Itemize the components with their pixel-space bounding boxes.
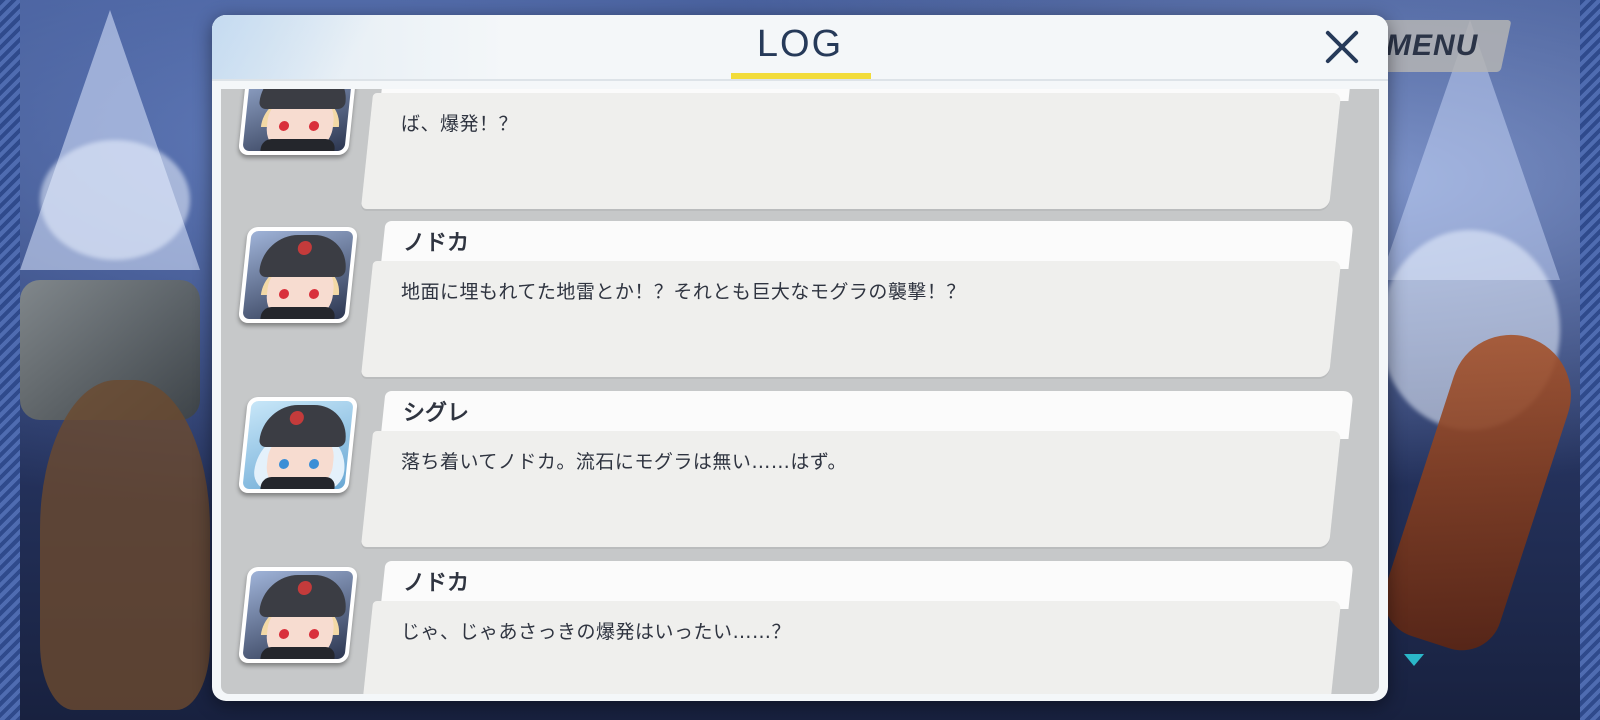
snow-bush — [40, 140, 190, 260]
shigure-portrait — [237, 397, 359, 493]
log-entry: シグレ 落ち着いてノドカ。流石にモグラは無い……はず。 — [221, 391, 1379, 553]
nodoka-portrait — [237, 227, 359, 323]
character-hair — [40, 380, 210, 710]
message-text: じゃ、じゃあさっきの爆発はいったい……？ — [401, 621, 792, 643]
left-edge-stripe — [0, 0, 20, 720]
title-underline — [731, 73, 871, 79]
message-text: 地面に埋もれてた地雷とか！？それとも巨大なモグラの襲撃！？ — [401, 281, 966, 303]
speaker-name: ノドカ — [403, 571, 470, 596]
next-indicator-icon — [1404, 654, 1424, 666]
log-entry: ば、爆発！？ — [221, 89, 1379, 215]
log-list[interactable]: ば、爆発！？ ノドカ 地面に埋もれてた地雷とか！？それとも巨大なモグラの襲撃！？ — [221, 89, 1379, 694]
message-text: 落ち着いてノドカ。流石にモグラは無い……はず。 — [401, 451, 848, 473]
speaker-name: シグレ — [403, 401, 470, 426]
log-entry: ノドカ じゃ、じゃあさっきの爆発はいったい……？ — [221, 561, 1379, 694]
menu-button-label: MENU — [1385, 29, 1479, 62]
nodoka-portrait — [237, 89, 359, 155]
bubble-tail — [373, 293, 387, 317]
message-text: ば、爆発！？ — [401, 113, 519, 135]
nodoka-portrait — [237, 567, 359, 663]
bubble-tail — [373, 463, 387, 487]
close-icon[interactable] — [1318, 23, 1366, 71]
speaker-name: ノドカ — [403, 231, 470, 256]
log-entry: ノドカ 地面に埋もれてた地雷とか！？それとも巨大なモグラの襲撃！？ — [221, 221, 1379, 383]
message-bubble — [360, 601, 1342, 694]
bubble-tail — [373, 633, 387, 657]
log-panel: LOG ば、爆発！？ ノドカ 地面に埋もれてた地雷とか！？それとも巨大なモグラの… — [212, 15, 1388, 701]
bubble-tail — [373, 125, 387, 149]
right-edge-stripe — [1580, 0, 1600, 720]
log-title: LOG — [756, 23, 844, 65]
log-header: LOG — [212, 15, 1388, 81]
